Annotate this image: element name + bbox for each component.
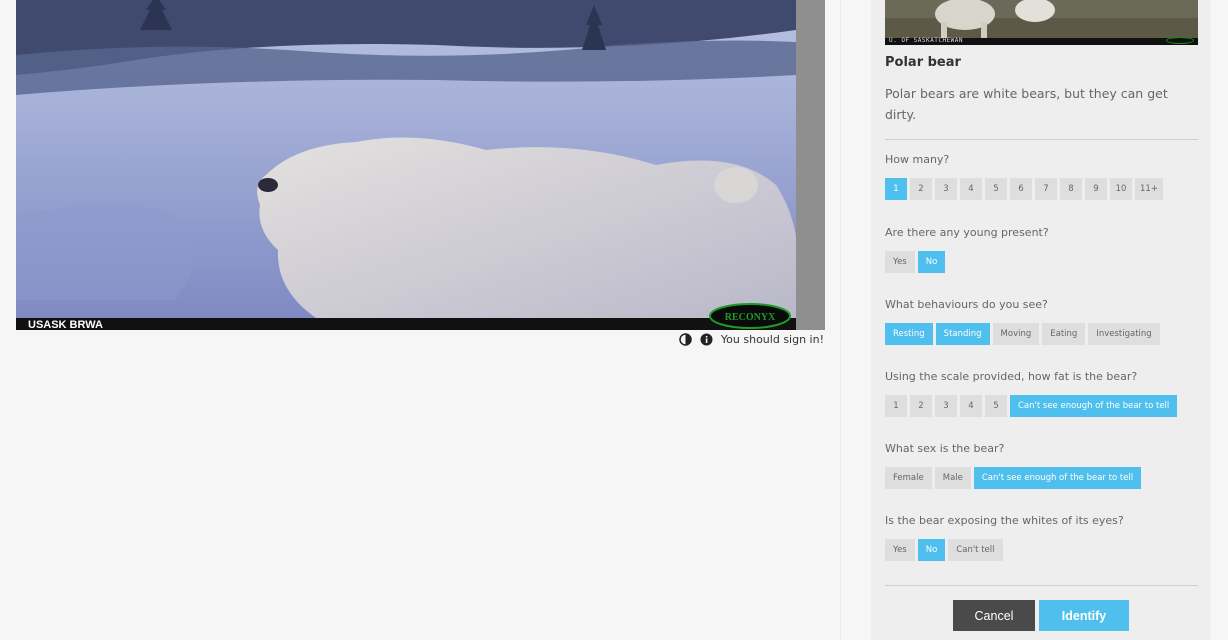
sign-in-prompt[interactable]: You should sign in! xyxy=(721,333,824,346)
cancel-button[interactable]: Cancel xyxy=(953,600,1035,631)
answers-how-many: 1 2 3 4 5 6 7 8 9 10 11+ xyxy=(885,178,1163,200)
answer-option-how-many-10[interactable]: 11+ xyxy=(1135,178,1163,200)
question-young-present: Are there any young present? xyxy=(885,226,1049,239)
answer-option-how-many-9[interactable]: 10 xyxy=(1110,178,1132,200)
contrast-icon[interactable] xyxy=(679,333,692,346)
camera-trap-photo[interactable]: USASK BRWA RECONYX xyxy=(16,0,796,330)
answer-option-young-1[interactable]: No xyxy=(917,251,946,273)
answer-option-behaviours-3[interactable]: Eating xyxy=(1042,323,1086,345)
answer-option-eyes-2[interactable]: Can't tell xyxy=(948,539,1003,561)
answer-option-fat-2[interactable]: 3 xyxy=(935,395,957,417)
answers-young-present: Yes No xyxy=(885,251,946,273)
answers-sex: Female Male Can't see enough of the bear t… xyxy=(885,467,1142,489)
image-toolbar: You should sign in! xyxy=(679,333,824,346)
action-buttons: Cancel Identify xyxy=(953,600,1129,631)
answer-option-fat-1[interactable]: 2 xyxy=(910,395,932,417)
answer-option-how-many-5[interactable]: 6 xyxy=(1010,178,1032,200)
question-sex: What sex is the bear? xyxy=(885,442,1005,455)
identify-button[interactable]: Identify xyxy=(1039,600,1129,631)
answer-option-how-many-1[interactable]: 2 xyxy=(910,178,932,200)
subject-viewer: USASK BRWA RECONYX You should sign in! xyxy=(0,0,841,640)
question-behaviours: What behaviours do you see? xyxy=(885,298,1048,311)
answer-option-how-many-3[interactable]: 4 xyxy=(960,178,982,200)
identification-panel: U. OF SASKATCHEWAN Polar bear Polar bear… xyxy=(871,0,1211,640)
species-description: Polar bears are white bears, but they ca… xyxy=(885,86,1168,122)
answer-option-how-many-0[interactable]: 1 xyxy=(885,178,907,200)
answer-option-sex-2[interactable]: Can't see enough of the bear to tell xyxy=(973,467,1142,489)
answer-option-how-many-4[interactable]: 5 xyxy=(985,178,1007,200)
divider xyxy=(885,139,1198,140)
question-how-many: How many? xyxy=(885,153,950,166)
answer-option-fat-0[interactable]: 1 xyxy=(885,395,907,417)
thumb-caption: U. OF SASKATCHEWAN xyxy=(889,37,964,44)
answer-option-sex-1[interactable]: Male xyxy=(934,467,971,489)
answer-option-fat-5[interactable]: Can't see enough of the bear to tell xyxy=(1010,395,1178,417)
answer-option-fat-3[interactable]: 4 xyxy=(960,395,982,417)
answer-option-eyes-0[interactable]: Yes xyxy=(885,539,915,561)
question-eye-whites: Is the bear exposing the whites of its e… xyxy=(885,514,1124,527)
divider xyxy=(885,585,1198,586)
answer-option-how-many-8[interactable]: 9 xyxy=(1085,178,1107,200)
answer-option-behaviours-0[interactable]: Resting xyxy=(885,323,933,345)
answers-behaviours: Resting Standing Moving Eating Investigating xyxy=(885,323,1160,345)
image-frame: USASK BRWA RECONYX xyxy=(16,0,825,330)
answer-option-fat-4[interactable]: 5 xyxy=(985,395,1007,417)
info-icon[interactable] xyxy=(700,333,713,346)
answer-option-sex-0[interactable]: Female xyxy=(885,467,932,489)
answers-fatness: 1 2 3 4 5 Can't see enough of the bear to tel… xyxy=(885,395,1178,417)
answer-option-eyes-1[interactable]: No xyxy=(917,539,946,561)
question-fatness: Using the scale provided, how fat is the… xyxy=(885,370,1138,383)
thumb-camera-logo xyxy=(1166,37,1194,44)
answer-option-behaviours-4[interactable]: Investigating xyxy=(1088,323,1160,345)
answer-option-young-0[interactable]: Yes xyxy=(885,251,915,273)
camera-label: USASK BRWA xyxy=(28,319,103,330)
species-example-image: U. OF SASKATCHEWAN xyxy=(885,0,1198,45)
camera-brand-logo: RECONYX xyxy=(725,312,776,323)
species-name: Polar bear xyxy=(885,55,961,70)
answers-eye-whites: Yes No Can't tell xyxy=(885,539,1003,561)
answer-option-how-many-6[interactable]: 7 xyxy=(1035,178,1057,200)
answer-option-behaviours-1[interactable]: Standing xyxy=(935,323,990,345)
answer-option-how-many-7[interactable]: 8 xyxy=(1060,178,1082,200)
answer-option-how-many-2[interactable]: 3 xyxy=(935,178,957,200)
answer-option-behaviours-2[interactable]: Moving xyxy=(992,323,1040,345)
